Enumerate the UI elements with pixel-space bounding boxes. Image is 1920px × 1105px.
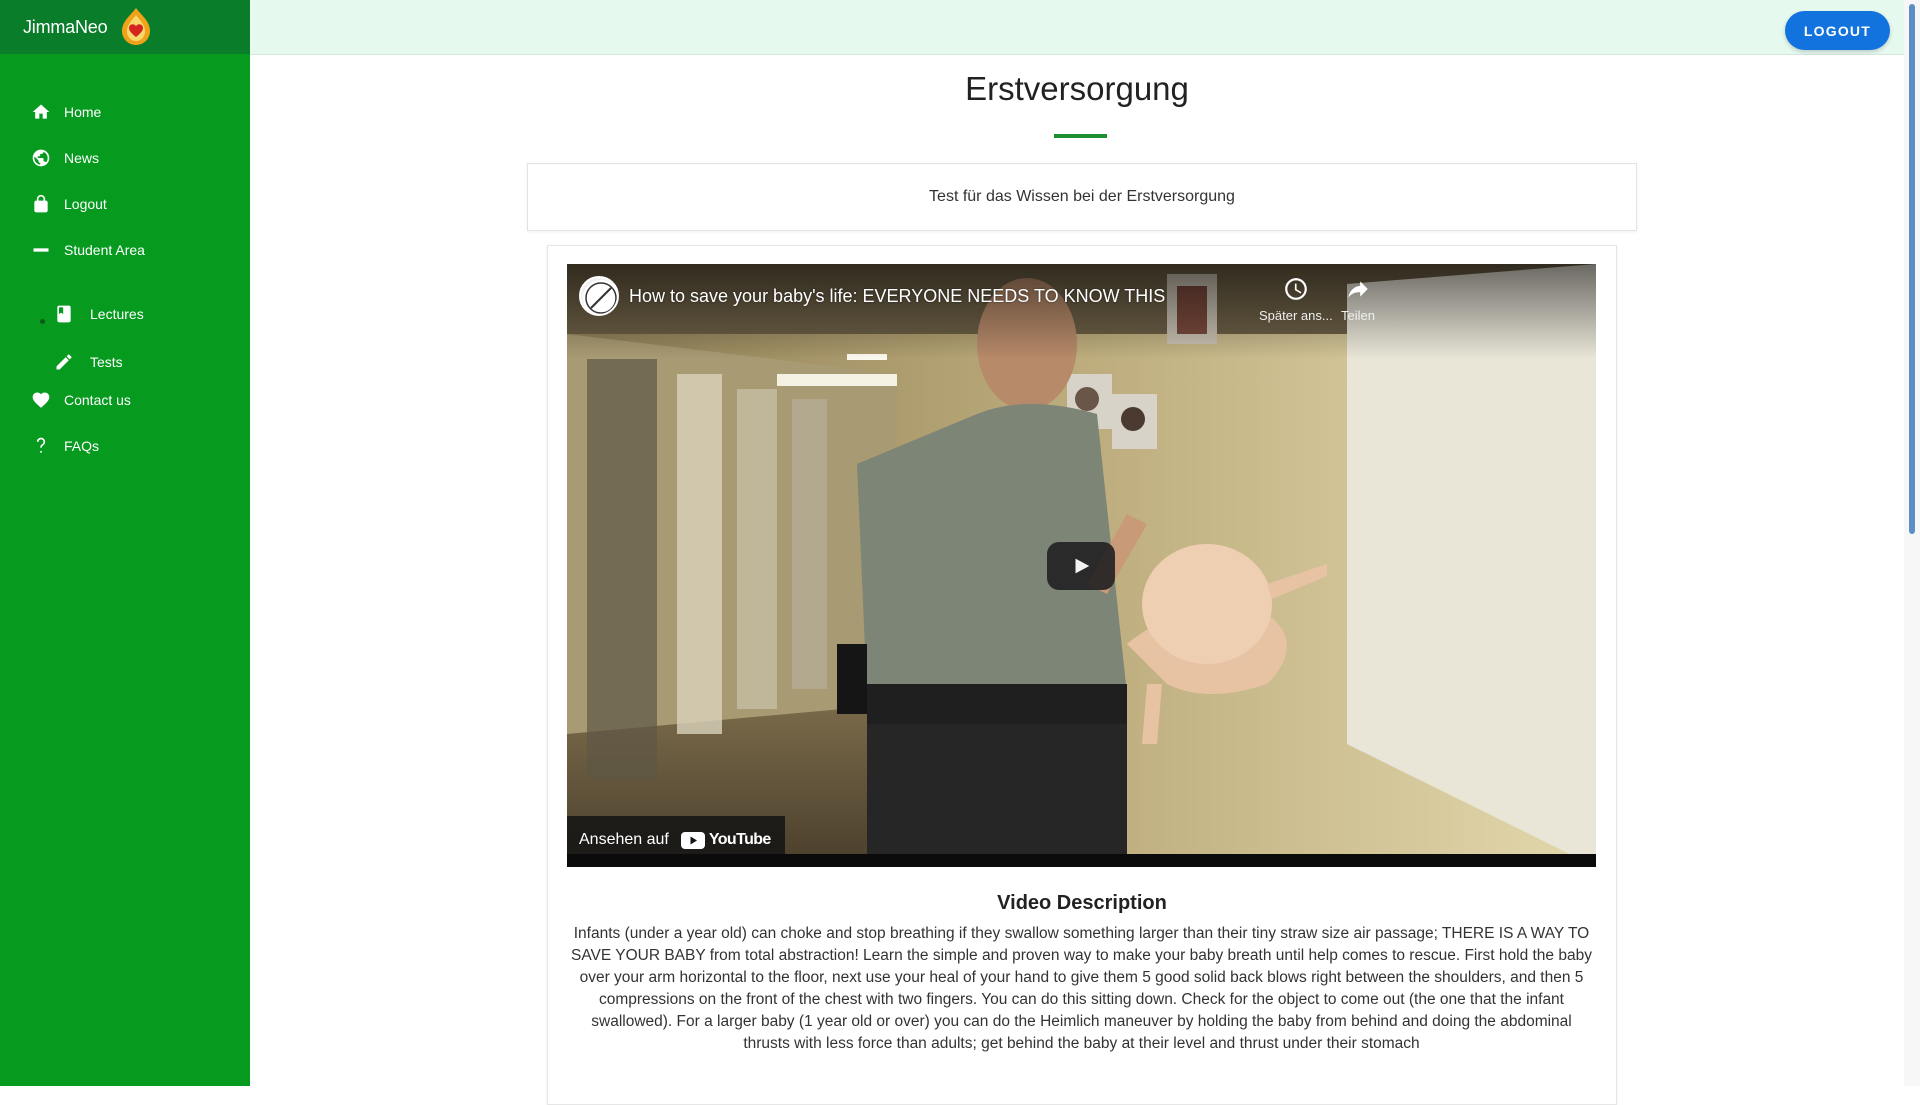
- page-scrollbar[interactable]: [1904, 0, 1920, 1086]
- sidebar-item-label: Tests: [90, 354, 123, 370]
- sidebar-item-label: Home: [64, 104, 102, 120]
- home-icon: [30, 101, 52, 123]
- globe-icon: [30, 147, 52, 169]
- video-description-heading: Video Description: [997, 892, 1167, 914]
- channel-avatar[interactable]: [579, 276, 619, 316]
- top-bar: LOGOUT: [250, 0, 1904, 55]
- sidebar-item-contact-us[interactable]: Contact us: [0, 383, 250, 417]
- page-title: Erstversorgung: [965, 70, 1189, 107]
- share-arrow-icon: [1348, 281, 1368, 298]
- sidebar-item-lectures[interactable]: Lectures: [0, 297, 250, 331]
- sidebar-item-label: Student Area: [64, 242, 145, 258]
- video-header-shade: [567, 264, 1596, 359]
- minus-icon: [30, 239, 52, 261]
- sidebar-item-label: FAQs: [64, 438, 100, 454]
- watch-on-label: Ansehen auf: [579, 831, 669, 848]
- logout-button[interactable]: LOGOUT: [1784, 11, 1890, 50]
- brand[interactable]: JimmaNeo: [0, 0, 250, 54]
- youtube-logo-icon: YouTube: [680, 831, 771, 849]
- share-label: Teilen: [1341, 308, 1375, 323]
- sidebar-item-home[interactable]: Home: [0, 95, 250, 129]
- page-subtitle: Test für das Wissen bei der Erstversorgu…: [929, 188, 1235, 205]
- sidebar-item-label: Lectures: [90, 306, 144, 322]
- sidebar-item-label: Contact us: [64, 392, 131, 408]
- video-title[interactable]: How to save your baby's life: EVERYONE N…: [629, 286, 1165, 307]
- youtube-wordmark: YouTube: [708, 831, 771, 848]
- sidebar-item-news[interactable]: News: [0, 141, 250, 175]
- sidebar-item-faqs[interactable]: FAQs: [0, 429, 250, 463]
- share-button[interactable]: Teilen: [1341, 276, 1375, 323]
- watch-later-label: Später ans...: [1259, 308, 1333, 323]
- lock-icon: [30, 193, 52, 215]
- subtitle-card: Test für das Wissen bei der Erstversorgu…: [527, 163, 1637, 231]
- sidebar-item-logout[interactable]: Logout: [0, 187, 250, 221]
- active-dot: [40, 319, 45, 324]
- title-underline: [1054, 134, 1107, 138]
- play-icon: [1075, 558, 1090, 574]
- youtube-video-player[interactable]: How to save your baby's life: EVERYONE N…: [567, 264, 1596, 867]
- play-button[interactable]: [1047, 542, 1115, 590]
- video-bottom-bar: [567, 854, 1596, 867]
- sidebar: JimmaNeo Home News Logout Student Area L…: [0, 0, 250, 1086]
- video-description-text: Infants (under a year old) can choke and…: [571, 925, 1592, 1052]
- jimmaneo-flame-logo-icon: [115, 6, 157, 48]
- pencil-icon: [53, 351, 75, 373]
- question-icon: [30, 435, 52, 457]
- heart-icon: [30, 389, 52, 411]
- clock-icon: [1285, 278, 1307, 300]
- sidebar-item-label: Logout: [64, 196, 107, 212]
- sidebar-item-student-area[interactable]: Student Area: [0, 233, 250, 267]
- sidebar-item-label: News: [64, 150, 100, 166]
- sidebar-item-tests[interactable]: Tests: [0, 345, 250, 379]
- scrollbar-thumb[interactable]: [1909, 4, 1915, 534]
- book-icon: [53, 303, 75, 325]
- watch-later-button[interactable]: Später ans...: [1259, 276, 1333, 323]
- brand-name: JimmaNeo: [23, 16, 108, 37]
